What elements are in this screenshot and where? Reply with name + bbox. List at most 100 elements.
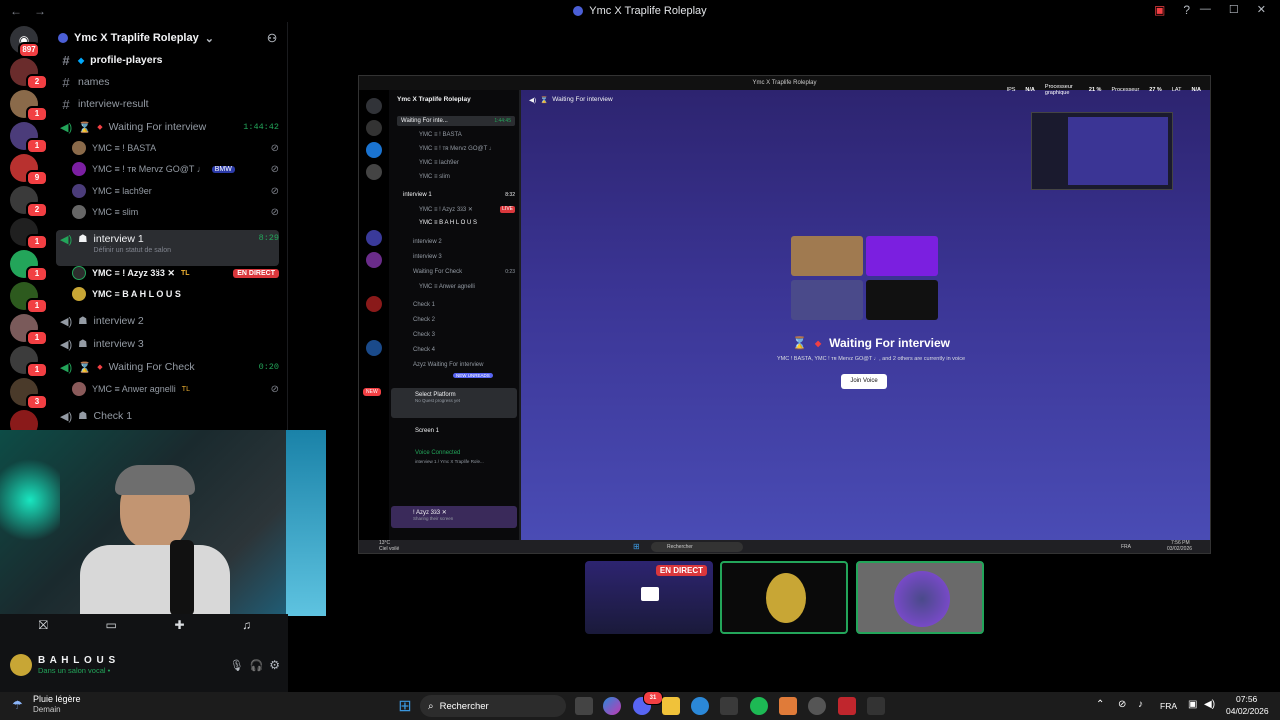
stream-thumbnail-user[interactable] <box>856 561 984 634</box>
server-icon-3[interactable]: 1 <box>10 122 48 154</box>
network-icon[interactable]: ▣ <box>1188 699 1197 710</box>
server-icon-10[interactable]: 1 <box>10 346 48 378</box>
server-icon-8[interactable]: 1 <box>10 282 48 314</box>
microphone-icon[interactable]: ♪ <box>1138 699 1143 710</box>
speaker-icon: ◀) <box>60 361 73 374</box>
tl-tag: TL <box>181 385 190 393</box>
speaker-icon: ◀) <box>60 338 73 351</box>
home-button[interactable]: ◉ 897 <box>10 26 40 58</box>
user-panel[interactable]: B A H L O U S Dans un salon vocal • 🎙 🎧 … <box>10 652 280 678</box>
avatar <box>72 266 86 280</box>
clock-date[interactable]: 04/02/2026 <box>1226 706 1269 716</box>
server-icon-11[interactable]: 3 <box>10 378 48 410</box>
copilot-icon[interactable] <box>603 697 621 715</box>
channel-names[interactable]: # names <box>56 72 279 92</box>
language-indicator[interactable]: FRA <box>1160 701 1177 711</box>
tray-icon[interactable]: ⊘ <box>1118 699 1126 710</box>
channel-status[interactable]: Définir un statut de salon <box>94 247 253 254</box>
minimize-icon[interactable]: — <box>1200 3 1211 16</box>
app-icon[interactable] <box>779 697 797 715</box>
server-icon <box>573 6 584 16</box>
forward-arrow-icon[interactable]: → <box>34 4 46 18</box>
weather-label: Pluie légère <box>33 694 81 704</box>
user-avatar <box>10 654 32 676</box>
help-icon[interactable]: ? <box>1183 3 1190 17</box>
voice-channel-waiting-check[interactable]: ◀) ⌛ ◆ Waiting For Check 0:20 <box>56 357 279 377</box>
diamond-icon: ◆ <box>97 364 103 371</box>
join-voice-button[interactable]: Join Voice <box>841 374 887 389</box>
stream-side-item: Check 3 <box>413 332 436 338</box>
voice-user[interactable]: YMC ≡ ! Azyz 3ӟ3 ✕ TL EN DIRECT <box>72 264 279 282</box>
server-badge: 1 <box>26 362 48 378</box>
windows-start-icon[interactable]: ⊞ <box>396 697 414 715</box>
screen-share-icon[interactable]: ▭ <box>106 618 117 638</box>
clock-time[interactable]: 07:56 <box>1236 694 1257 704</box>
voice-channel-check1[interactable]: ◀) ☗ Check 1 <box>56 406 279 426</box>
store-icon[interactable] <box>720 697 738 715</box>
microphone-icon[interactable]: 🎙 <box>230 659 244 672</box>
stream-side-item: Waiting For Check 0:23 <box>413 269 515 275</box>
headphones-icon[interactable]: 🎧 <box>250 659 264 672</box>
spotify-icon[interactable] <box>750 697 768 715</box>
voice-user[interactable]: YMC ≡ lach9er ⊘ <box>72 182 279 200</box>
discord-taskbar-icon[interactable]: 31 <box>633 691 663 715</box>
server-icon-4[interactable]: 9 <box>10 154 48 186</box>
voice-channel-waiting[interactable]: ◀) ⌛ ◆ Waiting For interview 1:44:42 <box>56 117 279 137</box>
close-icon[interactable]: ✕ <box>1257 3 1266 16</box>
server-icon-6[interactable]: 1 <box>10 218 48 250</box>
avatar <box>72 205 86 219</box>
channel-label: interview 2 <box>93 315 144 327</box>
server-badge: 9 <box>26 170 48 186</box>
stream-server-icon <box>366 142 382 158</box>
voice-user[interactable]: YMC ≡ ! BASTA ⊘ <box>72 139 279 157</box>
camera-off-icon[interactable]: ⛝ <box>39 618 48 638</box>
server-icon-5[interactable]: 2 <box>10 186 48 218</box>
app-icon[interactable] <box>867 697 885 715</box>
voice-channel-interview2[interactable]: ◀) ☗ interview 2 <box>56 311 279 331</box>
inbox-icon[interactable]: ▣ <box>1154 3 1165 17</box>
soundboard-icon[interactable]: ♫ <box>242 618 251 638</box>
back-arrow-icon[interactable]: ← <box>10 4 22 18</box>
stream-thumbnail-user[interactable] <box>720 561 848 634</box>
voice-user[interactable]: YMC ≡ B A H L O U S <box>72 285 279 303</box>
voice-user[interactable]: YMC ≡ ! ᴛʀ Mervz GO@T ♩ BMW ⊘ <box>72 160 279 178</box>
app-icon[interactable] <box>838 697 856 715</box>
file-explorer-icon[interactable] <box>662 697 680 715</box>
stream-side-item: YMC ≡ ! BASTA <box>419 132 462 138</box>
server-icon-1[interactable]: 2 <box>10 58 48 90</box>
voice-channel-interview1[interactable]: ◀) ☗ interview 1 Définir un statut de sa… <box>56 230 279 266</box>
server-icon-7[interactable]: 1 <box>10 250 48 282</box>
stream-view[interactable]: Ymc X Traplife Roleplay NEW Ymc X Trapli… <box>358 75 1211 554</box>
server-icon-9[interactable]: 1 <box>10 314 48 346</box>
activities-icon[interactable]: ✚ <box>175 618 185 638</box>
windows-taskbar: ☂ Pluie légère Demain ⊞ ⌕ Rechercher 31 … <box>0 691 1280 720</box>
volume-icon[interactable]: ◀) <box>1204 699 1215 710</box>
avatar <box>766 573 806 623</box>
channel-label: Check 1 <box>93 410 133 422</box>
hourglass-icon: ⌛ <box>78 121 92 134</box>
voice-channel-interview3[interactable]: ◀) ☗ interview 3 <box>56 334 279 354</box>
edge-icon[interactable] <box>691 697 709 715</box>
stream-main-title: ⌛ ◆ Waiting For interview <box>791 336 950 350</box>
task-view-icon[interactable] <box>575 697 593 715</box>
settings-icon[interactable]: ⚙ <box>269 658 280 672</box>
voice-user[interactable]: YMC ≡ Anwer agnelli TL ⊘ <box>72 380 279 398</box>
channel-interview-result[interactable]: # interview-result <box>56 94 279 114</box>
add-member-icon[interactable]: ⚇ <box>267 32 277 45</box>
diamond-icon: ◆ <box>97 124 103 131</box>
avatar <box>72 141 86 155</box>
server-icon-2[interactable]: 1 <box>10 90 48 122</box>
stream-thumbnail-screen[interactable]: EN DIRECT <box>585 561 713 634</box>
maximize-icon[interactable]: ☐ <box>1229 3 1239 16</box>
voice-user[interactable]: YMC ≡ slim ⊘ <box>72 203 279 221</box>
tray-chevron-icon[interactable]: ⌃ <box>1096 699 1104 710</box>
stream-side-item: YMC ≡ lach9er <box>419 160 459 166</box>
channel-profile-players[interactable]: # ◆ profile-players <box>56 50 279 70</box>
taskbar-search[interactable]: ⌕ Rechercher <box>420 695 566 717</box>
led-glow <box>0 450 60 550</box>
stream-mini-preview <box>1031 112 1173 190</box>
app-icon[interactable] <box>808 697 826 715</box>
stream-side-item: YMC ≡ B A H L O U S <box>419 220 477 226</box>
person-cap <box>115 465 195 495</box>
microphone <box>170 540 194 616</box>
